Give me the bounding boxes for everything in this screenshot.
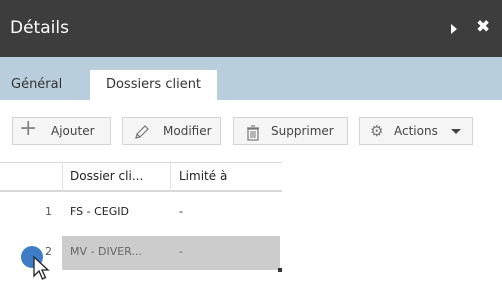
tab-bar: Général Dossiers client: [0, 57, 502, 100]
delete-button[interactable]: Supprimer: [233, 117, 348, 145]
gear-icon: ⚙: [370, 122, 384, 140]
column-header-dossier[interactable]: Dossier cli...: [70, 163, 143, 190]
column-separator: [170, 163, 171, 191]
edit-button-label: Modifier: [163, 124, 212, 138]
tab-general[interactable]: Général: [3, 70, 70, 100]
actions-dropdown-button[interactable]: ⚙ Actions: [359, 117, 473, 145]
toolbar: + Ajouter Modifier Supprimer ⚙ Actions: [0, 100, 502, 162]
tab-dossiers-client[interactable]: Dossiers client: [90, 70, 217, 100]
pencil-icon: [133, 123, 151, 149]
close-icon[interactable]: ✖: [476, 17, 490, 37]
cell-dossier: FS - CEGID: [70, 205, 129, 218]
table-header: Dossier cli... Limité à: [0, 162, 282, 192]
cell-limite: -: [179, 245, 183, 258]
edit-button[interactable]: Modifier: [122, 117, 221, 145]
cell-dossier: MV - DIVER...: [70, 245, 142, 258]
window-titlebar: Détails ✖: [0, 0, 502, 57]
expand-icon[interactable]: [451, 24, 457, 34]
column-header-limite[interactable]: Limité à: [179, 163, 227, 190]
resize-handle[interactable]: [278, 268, 282, 272]
add-button[interactable]: + Ajouter: [12, 116, 111, 145]
mouse-pointer-icon: [33, 256, 50, 280]
caret-down-icon: [451, 129, 461, 134]
window-title: Détails: [10, 18, 69, 38]
row-number: 1: [45, 205, 52, 218]
cell-limite: -: [179, 205, 183, 218]
plus-icon: +: [19, 116, 38, 141]
table-row[interactable]: 1 FS - CEGID -: [0, 192, 282, 232]
trash-icon: [246, 123, 260, 149]
delete-button-label: Supprimer: [271, 124, 334, 138]
column-separator: [62, 163, 63, 191]
actions-button-label: Actions: [394, 124, 438, 138]
add-button-label: Ajouter: [51, 124, 95, 138]
